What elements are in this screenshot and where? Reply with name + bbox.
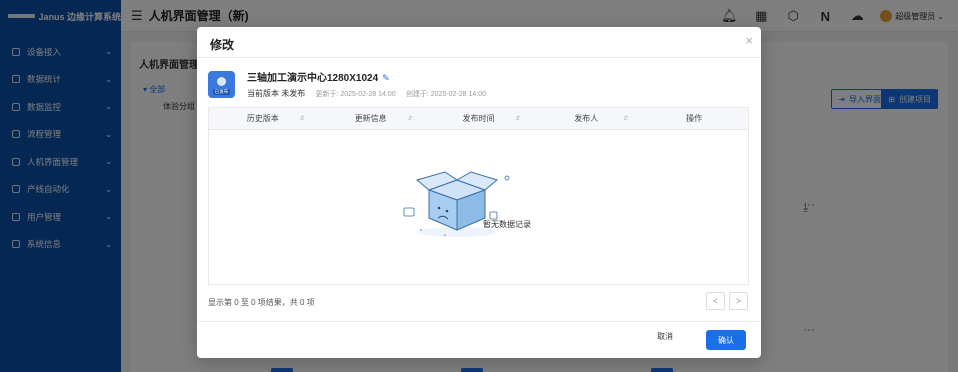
sort-icon: ⇵ (407, 116, 413, 122)
version-history-table: 历史版本 ⇵ 更新信息 ⇵ 发布时间 ⇵ 发布人 ⇵ 操作 暂无数据记录 (208, 107, 749, 285)
column-label: 发布时间 (462, 114, 495, 123)
column-label: 发布人 (574, 114, 599, 123)
column-label: 更新信息 (354, 114, 387, 123)
project-name: 三轴加工演示中心1280X1024 ✎ (247, 69, 390, 84)
column-update-info[interactable]: 更新信息 ⇵ (317, 108, 425, 129)
column-actions: 操作 (640, 108, 748, 129)
column-label: 操作 (686, 114, 703, 123)
dialog-title: 修改 (210, 38, 235, 52)
sort-icon: ⇵ (515, 116, 521, 122)
edit-dialog: 修改 × 已发布 三轴加工演示中心1280X1024 ✎ 当前版本 未发布 更新于… (197, 27, 761, 358)
column-publish-time[interactable]: 发布时间 ⇵ (425, 108, 533, 129)
divider (197, 57, 761, 58)
table-header: 历史版本 ⇵ 更新信息 ⇵ 发布时间 ⇵ 发布人 ⇵ 操作 (209, 108, 748, 130)
updated-time: 更新于: 2025-02-28 14:00 (315, 91, 396, 98)
project-meta: 当前版本 未发布 更新于: 2025-02-28 14:00 创建于: 2025… (247, 88, 486, 99)
column-publisher[interactable]: 发布人 ⇵ (532, 108, 640, 129)
project-name-text: 三轴加工演示中心1280X1024 (247, 73, 379, 84)
created-time: 创建于: 2025-02-28 14:00 (405, 91, 487, 98)
sort-icon: ⇵ (299, 116, 305, 122)
close-icon[interactable]: × (745, 33, 753, 48)
sort-icon: ⇵ (623, 116, 629, 122)
project-tag: 已发布 (213, 89, 230, 95)
empty-state-text: 暂无数据记录 (483, 220, 531, 229)
next-page-button[interactable]: > (729, 292, 748, 310)
column-label: 历史版本 (246, 114, 279, 123)
project-glyph-icon (217, 77, 226, 86)
version-status: 当前版本 未发布 (247, 89, 306, 98)
column-version[interactable]: 历史版本 ⇵ (209, 108, 317, 129)
pagination-info: 显示第 0 至 0 项结果，共 0 项 (208, 298, 315, 307)
prev-page-button[interactable]: < (706, 292, 725, 310)
edit-icon[interactable]: ✎ (382, 73, 390, 83)
cancel-button[interactable]: 取消 (657, 331, 673, 342)
project-thumbnail: 已发布 (208, 71, 235, 98)
confirm-button[interactable]: 确认 (706, 330, 746, 350)
divider (197, 321, 761, 322)
